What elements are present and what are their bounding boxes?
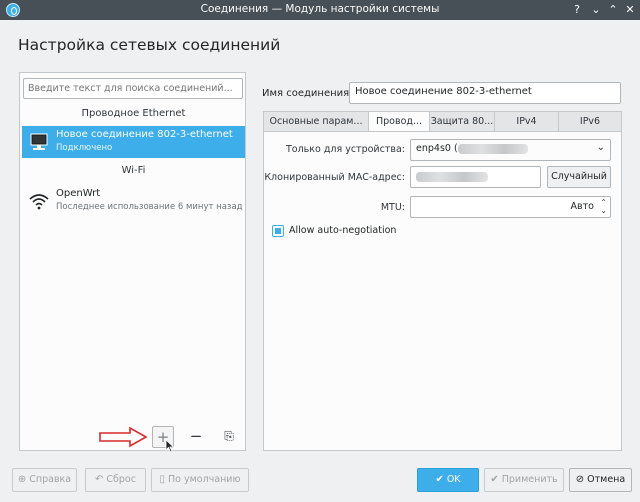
checkmark-icon: ✔ bbox=[490, 474, 499, 485]
ok-button[interactable]: ✔ OK bbox=[417, 468, 479, 492]
section-label-wifi: Wi-Fi bbox=[121, 165, 146, 176]
maximize-window-button[interactable]: ⌃ bbox=[605, 2, 621, 18]
tab-ipv6[interactable]: IPv6 bbox=[558, 111, 622, 132]
section-label-ethernet: Проводное Ethernet bbox=[81, 108, 186, 119]
window-title: Соединения — Модуль настройки системы bbox=[200, 3, 440, 15]
close-window-button[interactable]: ✕ bbox=[622, 2, 638, 18]
ok-button-label: OK bbox=[446, 474, 461, 485]
help-button-label: Справка bbox=[29, 474, 72, 485]
connection-item-wifi[interactable]: OpenWrt Последнее использование 6 минут … bbox=[22, 185, 245, 217]
spin-arrows-icon[interactable]: ⌃ ⌄ bbox=[600, 199, 607, 215]
export-connection-button[interactable]: ⎘ bbox=[218, 426, 240, 448]
wired-settings-panel: Только для устройства: enp4s0 ( ⌄ Клонир… bbox=[263, 131, 622, 451]
defaults-button-label: По умолчанию bbox=[168, 474, 241, 485]
reset-button-label: Сброс bbox=[106, 474, 136, 485]
reset-button[interactable]: ↶ Сброс bbox=[85, 468, 146, 492]
cancel-button[interactable]: ⊘ Отмена bbox=[569, 468, 632, 492]
mtu-value: Авто bbox=[570, 201, 594, 212]
minimize-window-button[interactable]: ⌄ bbox=[588, 2, 604, 18]
help-icon: ⊕ bbox=[17, 474, 27, 485]
device-value: enp4s0 ( bbox=[416, 143, 458, 154]
chevron-down-icon: ⌄ bbox=[596, 142, 605, 153]
connection-status: Подключено bbox=[56, 143, 113, 153]
tab-security[interactable]: Защита 80... bbox=[429, 111, 495, 132]
connection-item-ethernet[interactable]: Новое соединение 802-3-ethernet Подключе… bbox=[22, 126, 245, 158]
auto-negotiation-label: Allow auto-negotiation bbox=[289, 225, 397, 236]
device-select[interactable]: enp4s0 ( ⌄ bbox=[410, 139, 611, 161]
connection-name: OpenWrt bbox=[56, 188, 101, 199]
redacted-blur bbox=[416, 172, 488, 182]
auto-negotiation-checkbox[interactable] bbox=[272, 225, 284, 237]
red-arrow-annotation-icon bbox=[99, 426, 148, 448]
device-label: Только для устройства: bbox=[285, 144, 405, 155]
connection-name-label: Имя соединения: bbox=[262, 88, 353, 99]
undo-icon: ↶ bbox=[95, 474, 104, 485]
connection-search-input[interactable] bbox=[23, 78, 243, 99]
checkmark-icon: ✔ bbox=[435, 474, 444, 485]
help-button[interactable]: ⊕ Справка bbox=[12, 468, 77, 492]
connection-name-input[interactable]: Новое соединение 802-3-ethernet bbox=[349, 82, 621, 104]
mouse-cursor-icon bbox=[165, 439, 175, 453]
connections-list-panel: Проводное Ethernet Новое соединение 802-… bbox=[19, 72, 246, 453]
apply-button[interactable]: ✔ Применить bbox=[484, 468, 564, 492]
mtu-label: MTU: bbox=[380, 202, 405, 213]
tab-ipv4[interactable]: IPv4 bbox=[494, 111, 559, 132]
defaults-button[interactable]: ▯ По умолчанию bbox=[151, 468, 249, 492]
random-mac-button[interactable]: Случайный bbox=[547, 166, 611, 188]
mtu-spinbox[interactable]: Авто ⌃ ⌄ bbox=[410, 196, 611, 218]
apply-button-label: Применить bbox=[501, 474, 558, 485]
window-titlebar: Соединения — Модуль настройки системы ? … bbox=[0, 0, 640, 20]
wired-network-icon bbox=[30, 133, 48, 150]
cancel-button-label: Отмена bbox=[587, 474, 626, 485]
document-icon: ▯ bbox=[159, 474, 166, 485]
page-title: Настройка сетевых соединений bbox=[18, 36, 281, 54]
cloned-mac-label: Клонированный MAC-адрес: bbox=[264, 172, 405, 183]
help-window-button[interactable]: ? bbox=[569, 2, 585, 18]
cancel-icon: ⊘ bbox=[575, 474, 585, 485]
editor-tabs: Основные парам... Провод... Защита 80...… bbox=[263, 111, 622, 133]
connection-status: Последнее использование 6 минут назад bbox=[56, 202, 243, 212]
tab-general[interactable]: Основные парам... bbox=[263, 111, 369, 132]
cloned-mac-input[interactable] bbox=[410, 166, 541, 188]
tab-wired[interactable]: Провод... bbox=[368, 111, 430, 133]
wifi-icon bbox=[29, 194, 49, 210]
connection-name: Новое соединение 802-3-ethernet bbox=[56, 129, 233, 140]
redacted-blur bbox=[457, 143, 528, 154]
remove-connection-button[interactable]: − bbox=[185, 426, 207, 448]
